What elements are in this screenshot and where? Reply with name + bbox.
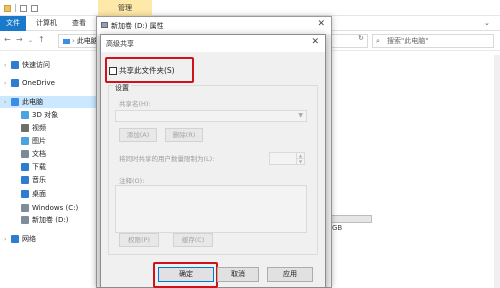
sidebar-item[interactable]: 新加卷 (D:) xyxy=(0,214,96,226)
close-icon[interactable]: ✕ xyxy=(311,37,319,47)
ok-button[interactable]: 确定 xyxy=(158,267,214,282)
comment-textarea[interactable] xyxy=(115,185,307,233)
desktop-icon xyxy=(21,190,29,198)
sidebar-item-label: 此电脑 xyxy=(22,98,43,106)
dialog-title: 高级共享 xyxy=(106,40,134,48)
search-input[interactable]: ⌕ 搜索"此电脑" xyxy=(372,34,494,48)
sidebar-item[interactable]: › OneDrive xyxy=(0,77,96,89)
disk-size-text: GB xyxy=(332,224,343,232)
recent-dropdown-icon[interactable]: ⌄ xyxy=(28,37,33,44)
sidebar-item[interactable]: 音乐 xyxy=(0,174,96,186)
toolbar-separator xyxy=(15,4,16,12)
permissions-button[interactable]: 权限(P) xyxy=(119,233,159,247)
sidebar-item[interactable]: › 此电脑 xyxy=(0,96,96,108)
computer-icon xyxy=(63,38,70,44)
sidebar-item-label: 快速访问 xyxy=(22,61,50,69)
address-path: 此电脑 xyxy=(76,37,98,45)
cancel-button[interactable]: 取消 xyxy=(217,267,259,282)
advanced-sharing-title-bar: 高级共享 ✕ xyxy=(101,35,325,52)
tab-computer[interactable]: 计算机 xyxy=(36,16,57,31)
3d-objects-icon xyxy=(21,111,29,119)
expand-arrow-icon[interactable]: › xyxy=(4,60,11,72)
drive-icon xyxy=(101,22,108,28)
sidebar-item-label: 图片 xyxy=(32,137,46,145)
share-name-label: 共享名(H): xyxy=(119,100,151,108)
tab-view[interactable]: 查看 xyxy=(72,16,86,31)
sidebar-item-label: 视频 xyxy=(32,124,46,132)
drive-icon xyxy=(21,204,29,212)
close-icon[interactable]: ✕ xyxy=(317,19,325,29)
user-limit-spinner[interactable]: ▲ ▼ xyxy=(269,152,305,165)
sidebar-item[interactable]: › 网络 xyxy=(0,233,96,245)
video-icon xyxy=(21,124,29,132)
sidebar-item-label: 网络 xyxy=(22,235,36,243)
up-icon[interactable]: ↑ xyxy=(38,35,45,44)
settings-label: 设置 xyxy=(113,83,131,93)
tab-manage[interactable]: 管理 xyxy=(98,0,152,16)
expand-arrow-icon[interactable]: › xyxy=(4,78,11,90)
sidebar-item[interactable]: › 快速访问 xyxy=(0,59,96,71)
sidebar-item[interactable]: 视频 xyxy=(0,122,96,134)
expand-arrow-icon[interactable]: › xyxy=(4,97,11,109)
sidebar-item-label: 下载 xyxy=(32,163,46,171)
share-folder-label: 共享此文件夹(S) xyxy=(119,66,175,75)
sidebar-item-label: OneDrive xyxy=(22,79,55,87)
properties-title-bar: 新加卷 (D:) 属性 ✕ xyxy=(97,17,331,34)
expand-arrow-icon[interactable]: › xyxy=(4,234,11,246)
computer-icon xyxy=(11,98,19,106)
sidebar-item-label: Windows (C:) xyxy=(32,204,79,212)
refresh-icon[interactable]: ↻ xyxy=(358,34,364,42)
search-icon: ⌕ xyxy=(376,37,380,45)
address-separator-icon: › xyxy=(72,37,75,45)
sidebar-item[interactable]: 下载 xyxy=(0,161,96,173)
tab-file[interactable]: 文件 xyxy=(0,16,26,31)
sidebar-item[interactable]: 图片 xyxy=(0,135,96,147)
download-icon xyxy=(21,163,29,171)
music-icon xyxy=(21,176,29,184)
sidebar-item-label: 桌面 xyxy=(32,190,46,198)
properties-title: 新加卷 (D:) 属性 xyxy=(111,22,164,30)
spin-down-icon[interactable]: ▼ xyxy=(296,159,304,165)
drives-area: GB xyxy=(330,200,500,288)
add-button[interactable]: 添加(A) xyxy=(119,128,157,142)
user-limit-label: 将同时共享的用户数量限制为(L): xyxy=(119,155,215,163)
apply-button[interactable]: 应用 xyxy=(267,267,313,282)
chevron-down-icon[interactable]: ⌄ xyxy=(484,19,490,27)
explorer-title-bar: 管理 xyxy=(0,0,500,16)
network-icon xyxy=(11,235,19,243)
cloud-icon xyxy=(11,79,19,87)
share-folder-checkbox[interactable]: 共享此文件夹(S) xyxy=(109,65,175,76)
sidebar-item-label: 音乐 xyxy=(32,176,46,184)
navigation-pane: › 快速访问 › OneDrive › 此电脑 3D 对象视频图片文档下载音乐桌面 Windo… xyxy=(0,55,96,288)
comment-label: 注释(O): xyxy=(119,177,145,185)
sidebar-item-label: 新加卷 (D:) xyxy=(32,216,69,224)
pictures-icon xyxy=(21,137,29,145)
vertical-scrollbar[interactable] xyxy=(494,55,500,288)
sidebar-item[interactable]: 3D 对象 xyxy=(0,109,96,121)
properties-icon[interactable] xyxy=(20,4,27,12)
documents-icon xyxy=(21,150,29,158)
sidebar-item[interactable]: 桌面 xyxy=(0,188,96,200)
drive-icon xyxy=(21,216,29,224)
folder-icon xyxy=(4,4,11,12)
caching-button[interactable]: 缓存(C) xyxy=(173,233,213,247)
search-placeholder: 搜索"此电脑" xyxy=(387,37,429,45)
disk-usage-bar xyxy=(330,215,372,223)
back-icon[interactable]: ← xyxy=(4,35,11,44)
share-name-select[interactable]: ▼ xyxy=(115,110,307,122)
sidebar-item[interactable]: 文档 xyxy=(0,148,96,160)
new-folder-icon[interactable] xyxy=(31,4,38,12)
forward-icon[interactable]: → xyxy=(16,35,23,44)
sidebar-item-label: 3D 对象 xyxy=(32,111,59,119)
chevron-down-icon: ▼ xyxy=(298,112,303,119)
star-icon xyxy=(11,61,19,69)
sidebar-item[interactable]: Windows (C:) xyxy=(0,202,96,214)
advanced-sharing-dialog: 高级共享 ✕ 共享此文件夹(S) 设置 共享名(H): ▼ 添加(A) 删除(R… xyxy=(100,34,326,288)
remove-button[interactable]: 删除(R) xyxy=(165,128,203,142)
checkbox[interactable] xyxy=(109,66,117,75)
sidebar-item-label: 文档 xyxy=(32,150,46,158)
quick-access-toolbar xyxy=(4,4,38,12)
